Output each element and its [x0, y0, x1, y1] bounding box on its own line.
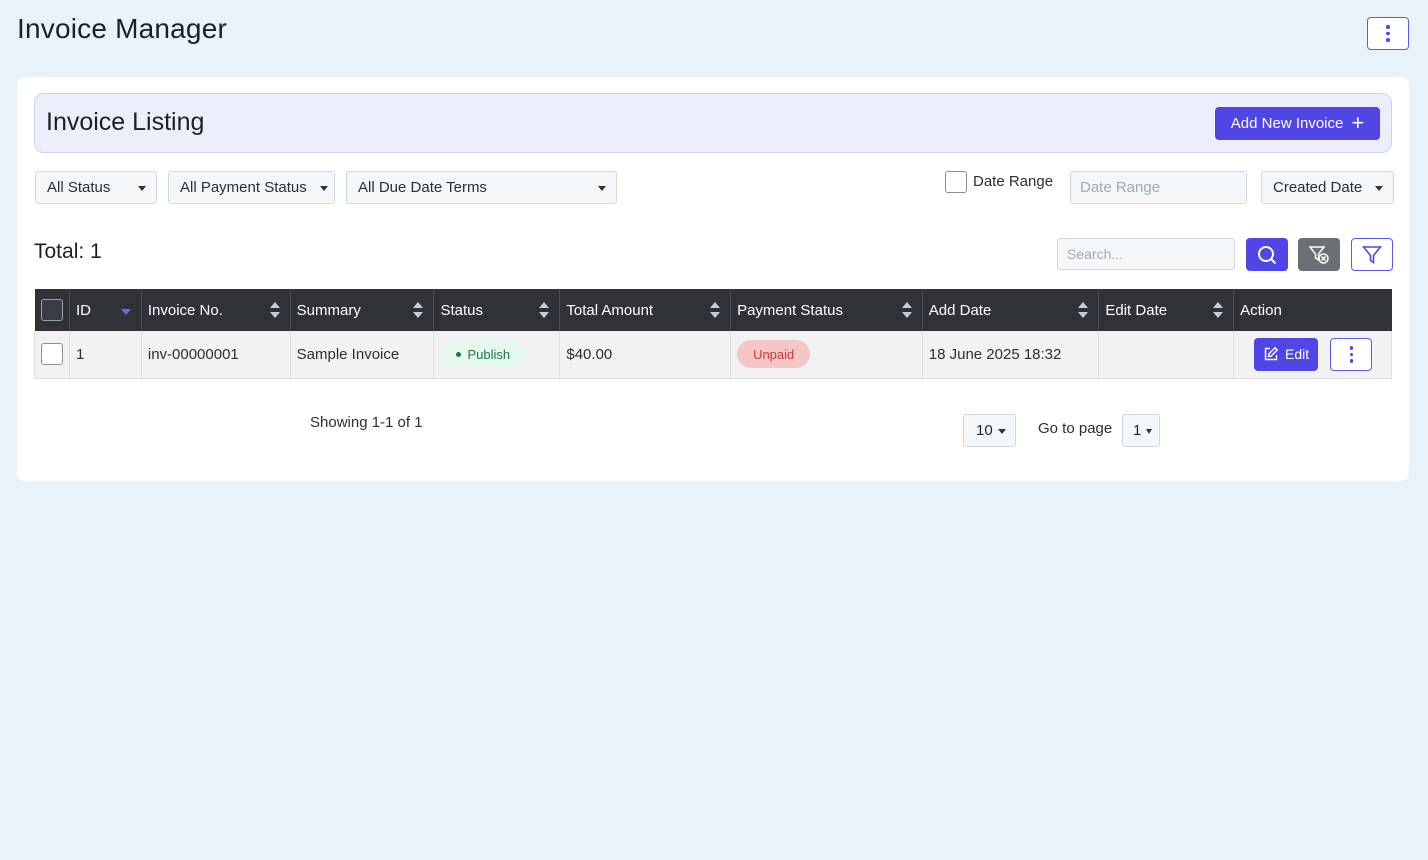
cell-edit-date	[1098, 331, 1235, 379]
cell-id: 1	[69, 331, 142, 379]
sort-desc-icon	[120, 309, 131, 315]
table-row: 1 inv-00000001 Sample Invoice Publish $4…	[34, 331, 1392, 379]
column-header-id[interactable]: ID	[69, 289, 142, 331]
per-page-value: 10	[976, 422, 993, 439]
column-header-status[interactable]: Status	[433, 289, 561, 331]
add-new-invoice-label: Add New Invoice	[1230, 115, 1344, 132]
table-header-row: ID Invoice No. Summary Status Total Amou…	[34, 289, 1392, 331]
chevron-down-icon	[320, 186, 328, 191]
column-header-action: Action	[1233, 289, 1392, 331]
clear-filter-button[interactable]	[1298, 238, 1340, 271]
chevron-down-icon	[1375, 186, 1383, 191]
due-date-terms-filter-value: All Due Date Terms	[358, 179, 487, 196]
status-filter-select[interactable]: All Status	[35, 171, 157, 204]
column-header-invoice-no[interactable]: Invoice No.	[141, 289, 291, 331]
column-header-summary[interactable]: Summary	[290, 289, 435, 331]
column-header-label: Status	[440, 301, 483, 319]
row-select-cell	[34, 331, 70, 379]
column-header-label: Payment Status	[737, 301, 843, 319]
search-icon	[1258, 245, 1277, 264]
sort-icon	[269, 302, 280, 318]
sort-icon	[413, 302, 424, 318]
row-checkbox[interactable]	[41, 343, 63, 366]
filter-button[interactable]	[1351, 238, 1393, 271]
column-header-label: Summary	[296, 301, 361, 319]
payment-status-filter-select[interactable]: All Payment Status	[168, 171, 335, 204]
listing-header: Invoice Listing Add New Invoice +	[34, 93, 1392, 153]
column-header-total-amount[interactable]: Total Amount	[559, 289, 732, 331]
cell-action: Edit	[1233, 331, 1392, 379]
listing-title: Invoice Listing	[46, 108, 205, 136]
column-header-payment-status[interactable]: Payment Status	[730, 289, 923, 331]
sort-by-select[interactable]: Created Date	[1261, 171, 1394, 204]
per-page-select[interactable]: 10	[963, 414, 1016, 447]
go-to-page-label: Go to page	[1038, 420, 1113, 437]
more-options-button[interactable]	[1367, 17, 1409, 50]
go-to-page-select[interactable]: 1	[1122, 414, 1160, 447]
search-button[interactable]	[1246, 238, 1288, 271]
invoice-card: Invoice Listing Add New Invoice + All St…	[17, 77, 1409, 481]
edit-button-label: Edit	[1285, 346, 1310, 363]
sort-icon	[1213, 302, 1224, 318]
sort-icon	[710, 302, 721, 318]
date-range-input[interactable]: Date Range	[1070, 171, 1247, 204]
column-header-label: Action	[1240, 301, 1282, 319]
due-date-terms-filter-select[interactable]: All Due Date Terms	[346, 171, 617, 204]
chevron-down-icon	[998, 429, 1006, 434]
date-range-label: Date Range	[973, 173, 1054, 190]
cell-invoice-no: inv-00000001	[141, 331, 291, 379]
column-header-add-date[interactable]: Add Date	[922, 289, 1100, 331]
column-header-label: ID	[76, 301, 91, 319]
column-header-label: Total Amount	[566, 301, 654, 319]
add-new-invoice-button[interactable]: Add New Invoice +	[1215, 107, 1380, 140]
status-badge: Publish	[440, 340, 527, 369]
search-input[interactable]: Search...	[1057, 238, 1235, 270]
status-filter-value: All Status	[47, 179, 111, 196]
plus-icon: +	[1351, 109, 1365, 135]
go-to-page-value: 1	[1133, 422, 1142, 439]
filter-icon	[1362, 245, 1382, 264]
cell-add-date: 18 June 2025 18:32	[922, 331, 1100, 379]
edit-button[interactable]: Edit	[1254, 337, 1319, 371]
select-all-checkbox[interactable]	[40, 299, 63, 321]
column-header-label: Edit Date	[1105, 301, 1168, 319]
row-more-options-button[interactable]	[1330, 337, 1373, 371]
chevron-down-icon	[1146, 429, 1152, 434]
sort-icon	[539, 302, 550, 318]
edit-icon	[1264, 347, 1279, 361]
select-all-cell	[34, 289, 70, 331]
page-title: Invoice Manager	[17, 13, 228, 44]
total-count: Total: 1	[34, 240, 102, 263]
sort-by-value: Created Date	[1273, 179, 1363, 196]
column-header-edit-date[interactable]: Edit Date	[1098, 289, 1235, 331]
clear-filter-icon	[1308, 245, 1329, 264]
vertical-dots-icon	[1349, 346, 1354, 363]
chevron-down-icon	[138, 186, 146, 191]
cell-payment-status: Unpaid	[730, 331, 923, 379]
payment-status-badge: Unpaid	[737, 340, 811, 369]
vertical-dots-icon	[1386, 25, 1390, 42]
sort-icon	[1078, 302, 1089, 318]
cell-summary: Sample Invoice	[290, 331, 435, 379]
cell-total-amount: $40.00	[559, 331, 732, 379]
invoice-table: ID Invoice No. Summary Status Total Amou…	[34, 289, 1392, 379]
cell-status: Publish	[433, 331, 561, 379]
status-dot-icon	[456, 351, 462, 357]
status-badge-label: Publish	[467, 346, 511, 362]
sort-icon	[901, 302, 912, 318]
column-header-label: Add Date	[928, 301, 992, 319]
column-header-label: Invoice No.	[147, 301, 223, 319]
pagination-info: Showing 1-1 of 1	[310, 414, 423, 431]
payment-status-filter-value: All Payment Status	[180, 179, 307, 196]
chevron-down-icon	[598, 186, 606, 191]
date-range-checkbox[interactable]	[945, 171, 967, 193]
